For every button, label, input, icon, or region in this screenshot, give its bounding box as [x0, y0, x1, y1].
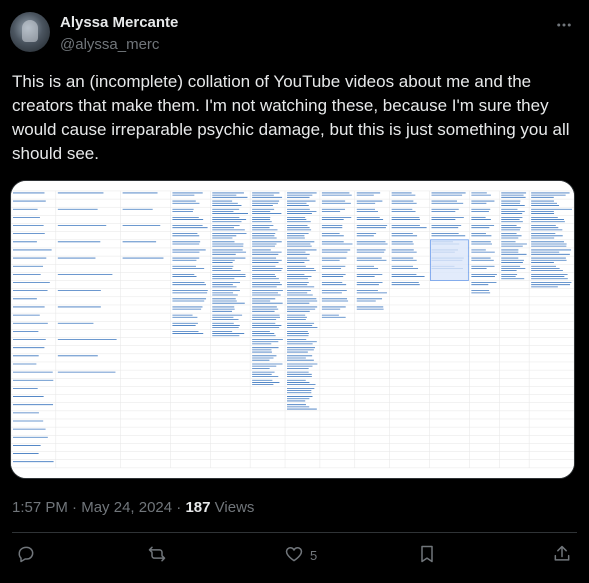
retweet-icon	[147, 544, 167, 567]
spreadsheet-image[interactable]	[10, 180, 575, 479]
meta-separator: ·	[72, 499, 78, 516]
tweet-date[interactable]: May 24, 2024	[81, 499, 172, 516]
like-count: 5	[310, 548, 318, 563]
author-handle[interactable]: @alyssa_merc	[60, 36, 159, 53]
more-horizontal-icon[interactable]	[553, 14, 575, 36]
heart-icon	[284, 544, 304, 567]
like-button[interactable]: 5	[284, 544, 317, 567]
views-count: 187	[185, 499, 211, 516]
action-bar: 5	[0, 540, 589, 572]
share-button[interactable]	[552, 544, 572, 567]
views-label: Views	[214, 499, 255, 516]
meta-separator: ·	[176, 499, 182, 516]
avatar[interactable]	[10, 12, 50, 52]
reply-button[interactable]	[16, 544, 36, 567]
bookmark-button[interactable]	[417, 544, 437, 567]
author-display-name[interactable]: Alyssa Mercante	[60, 14, 178, 31]
tweet-meta: 1:57 PM · May 24, 2024 · 187 Views	[12, 499, 254, 516]
share-icon	[552, 544, 572, 567]
bookmark-icon	[417, 544, 437, 567]
tweet-text: This is an (incomplete) collation of You…	[12, 72, 570, 163]
spreadsheet-screenshot	[11, 181, 574, 478]
retweet-button[interactable]	[147, 544, 167, 567]
divider	[12, 532, 577, 533]
reply-icon	[16, 544, 36, 567]
tweet-time[interactable]: 1:57 PM	[12, 499, 68, 516]
